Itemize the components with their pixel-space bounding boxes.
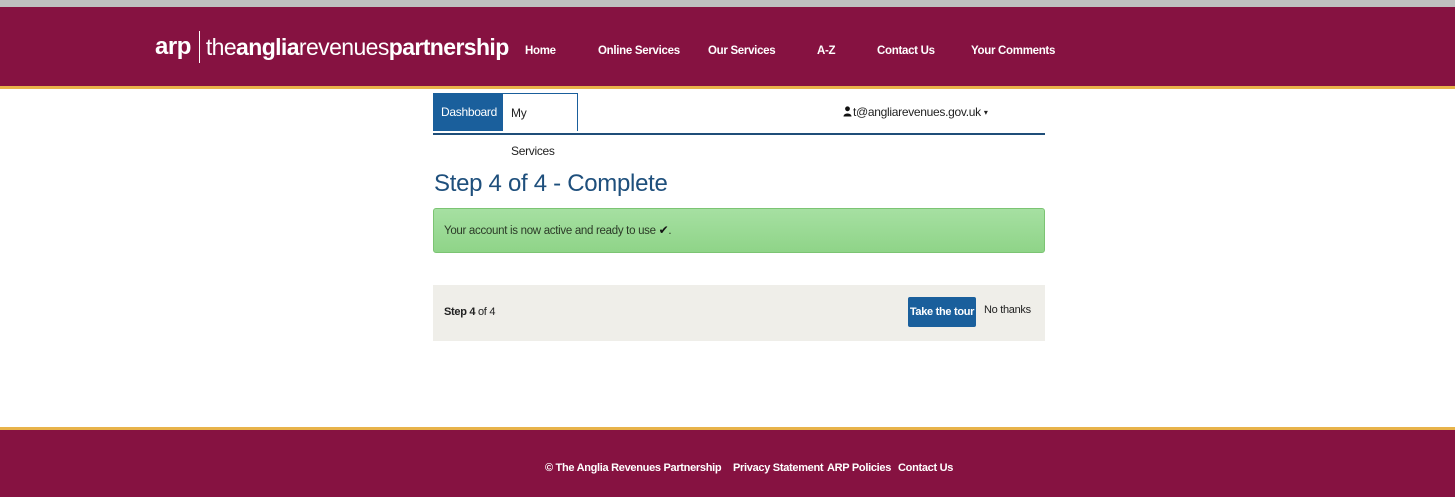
step-progress-panel: Step 4 of 4 Take the tour No thanks: [433, 285, 1045, 341]
take-tour-button[interactable]: Take the tour: [908, 297, 976, 327]
logo-name-partnership: partnership: [388, 33, 510, 60]
step-total: of 4: [477, 306, 496, 318]
step-indicator: Step 4 of 4: [444, 306, 495, 318]
page-title: Step 4 of 4 - Complete: [434, 170, 668, 197]
nav-home[interactable]: Home: [525, 45, 556, 57]
user-email: t@angliarevenues.gov.uk: [853, 105, 981, 119]
logo-name-revenues: revenues: [298, 33, 389, 60]
nav-online-services[interactable]: Online Services: [598, 45, 680, 57]
nav-our-services[interactable]: Our Services: [708, 45, 776, 57]
header-accent-stripe: [0, 86, 1455, 89]
logo-divider: [198, 31, 200, 63]
no-thanks-link[interactable]: No thanks: [984, 304, 1031, 316]
success-alert: Your account is now active and ready to …: [433, 208, 1045, 253]
footer-arp-policies[interactable]: ARP Policies: [827, 462, 891, 474]
nav-your-comments[interactable]: Your Comments: [971, 45, 1055, 57]
footer-copyright: © The Anglia Revenues Partnership: [545, 462, 722, 474]
nav-contact-us[interactable]: Contact Us: [877, 45, 935, 57]
top-border: [0, 0, 1455, 7]
dashboard-tabbar: Dashboard My Services t@angliarevenues.g…: [433, 93, 1045, 158]
alert-suffix: .: [668, 225, 672, 237]
logo-text: theangliarevenuespartnership: [206, 34, 509, 61]
caret-down-icon: ▾: [983, 108, 988, 117]
user-account-menu[interactable]: t@angliarevenues.gov.uk ▾: [843, 105, 988, 120]
user-icon: [843, 106, 852, 120]
logo-prefix: the: [205, 33, 237, 60]
tab-dashboard[interactable]: Dashboard: [433, 93, 502, 131]
logo-name-anglia: anglia: [236, 33, 299, 60]
site-logo[interactable]: arp theangliarevenuespartnership: [155, 29, 509, 65]
alert-text: Your account is now active and ready to …: [444, 225, 656, 237]
checkmark-icon: ✔: [658, 223, 669, 237]
tab-my-services[interactable]: My Services: [502, 93, 578, 158]
footer-contact-us[interactable]: Contact Us: [898, 462, 953, 474]
logo-short: arp: [155, 33, 191, 60]
site-header: arp theangliarevenuespartnership Home On…: [0, 7, 1455, 86]
site-footer: © The Anglia Revenues Partnership Privac…: [0, 430, 1455, 497]
footer-privacy-statement[interactable]: Privacy Statement: [733, 462, 824, 474]
step-current: Step 4: [444, 306, 476, 318]
nav-a-z[interactable]: A-Z: [817, 45, 836, 57]
